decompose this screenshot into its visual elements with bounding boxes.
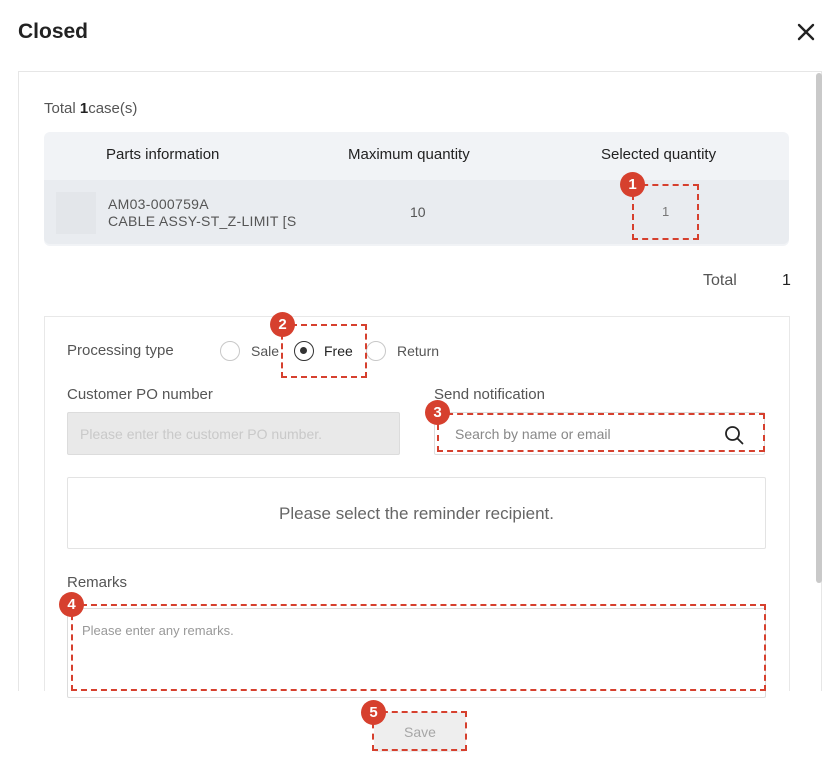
part-name: CABLE ASSY-ST_Z-LIMIT [S [108,213,297,229]
total-suffix: case(s) [88,100,138,117]
customer-po-input[interactable] [67,412,400,455]
total-prefix: Total [44,100,80,117]
radio-return-label[interactable]: Return [397,343,439,359]
radio-sale-label[interactable]: Sale [251,343,279,359]
customer-po-label: Customer PO number [67,386,213,403]
notification-search-input[interactable] [455,424,715,444]
radio-free-label[interactable]: Free [324,343,353,359]
scrollbar[interactable] [816,73,822,583]
maximum-quantity-value: 10 [410,204,426,220]
annotation-badge-4: 4 [59,592,84,617]
part-code: AM03-000759A [108,196,209,212]
remarks-textarea[interactable] [67,608,766,698]
radio-sale[interactable] [220,341,240,361]
annotation-badge-1: 1 [620,172,645,197]
parts-table: Parts information Maximum quantity Selec… [44,132,789,246]
total-label: Total [703,272,737,289]
total-value: 1 [782,272,791,289]
radio-return[interactable] [366,341,386,361]
radio-free[interactable] [294,341,314,361]
recipient-empty-text: Please select the reminder recipient. [279,504,554,523]
close-icon[interactable] [794,20,818,44]
selected-quantity-value[interactable]: 1 [662,204,669,219]
part-thumbnail [56,192,96,234]
annotation-badge-5: 5 [361,700,386,725]
total-cases-text: Total 1case(s) [44,100,137,117]
send-notification-label: Send notification [434,386,545,403]
save-button[interactable]: Save [374,712,466,752]
recipient-list: Please select the reminder recipient. [67,477,766,549]
notification-search-box[interactable] [434,412,765,455]
search-icon[interactable] [723,424,745,446]
dialog-title: Closed [18,20,89,43]
remarks-label: Remarks [67,574,128,591]
header-parts-information: Parts information [106,146,220,163]
annotation-badge-2: 2 [270,312,295,337]
header-maximum-quantity: Maximum quantity [348,146,470,163]
table-row: AM03-000759A CABLE ASSY-ST_Z-LIMIT [S 10… [44,180,789,244]
processing-type-label: Processing type [67,342,174,359]
total-count: 1 [79,100,89,117]
header-selected-quantity: Selected quantity [601,146,717,163]
annotation-badge-3: 3 [425,400,450,425]
